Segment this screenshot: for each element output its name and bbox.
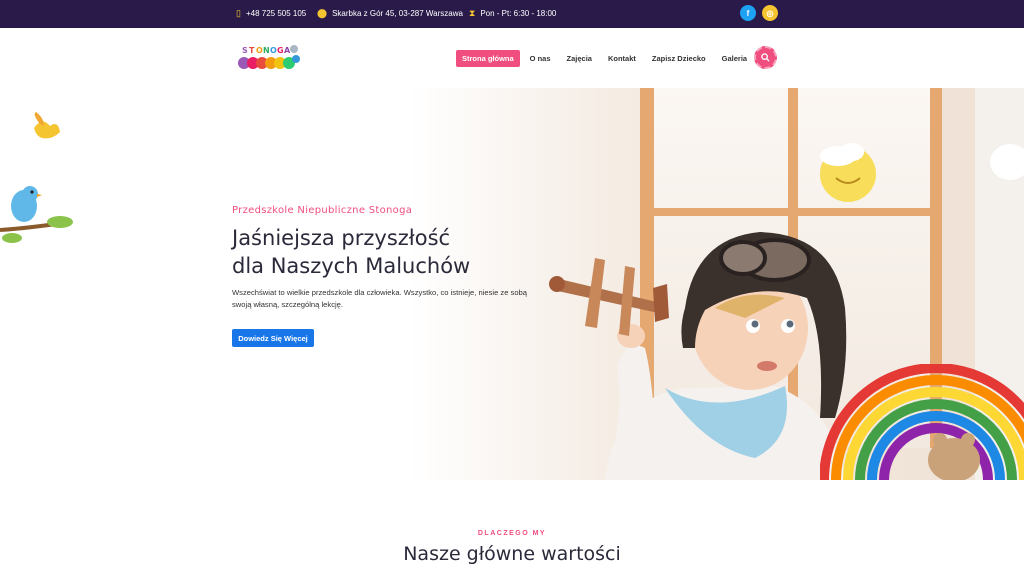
nav-item-gallery[interactable]: Galeria <box>716 50 753 67</box>
phone-icon: ▯ <box>236 8 241 18</box>
section-eyebrow: DLACZEGO MY <box>477 530 547 537</box>
address-info: ⬤ Skarbka z Gór 45, 03-287 Warszawa <box>317 8 463 19</box>
svg-text:O: O <box>256 46 263 55</box>
svg-text:S: S <box>242 46 248 55</box>
facebook-icon[interactable]: f <box>740 5 756 21</box>
learn-more-button[interactable]: Dowiedz Się Więcej <box>232 329 314 347</box>
nav-item-about[interactable]: O nas <box>524 50 557 67</box>
hero-title-line-1: Jaśniejsza przyszłość <box>232 226 451 250</box>
svg-text:N: N <box>263 46 270 55</box>
main-nav: Strona główna O nas Zajęcia Kontakt Zapi… <box>456 50 757 67</box>
instagram-icon[interactable]: ◎ <box>762 5 778 21</box>
svg-text:O: O <box>270 46 277 55</box>
cloud-icon <box>990 144 1024 180</box>
hours-text: Pon - Pt: 6:30 - 18:00 <box>480 9 557 18</box>
site-logo[interactable]: S T O N O G A <box>236 42 302 72</box>
hero-description: Wszechświat to wielkie przedszkole dla c… <box>232 288 528 309</box>
hero-section: Przedszkole Niepubliczne Stonoga Jaśniej… <box>0 88 1024 480</box>
search-icon <box>761 53 770 62</box>
nav-item-classes[interactable]: Zajęcia <box>561 50 598 67</box>
top-info-bar: ▯ +48 725 505 105 ⬤ Skarbka z Gór 45, 03… <box>0 0 1024 28</box>
hero-title: Jaśniejsza przyszłość dla Naszych Maluch… <box>232 224 572 280</box>
hero-subtitle: Przedszkole Niepubliczne Stonoga <box>232 205 413 216</box>
rainbow-icon <box>820 364 1024 480</box>
search-button[interactable] <box>754 46 777 69</box>
nav-item-enroll[interactable]: Zapisz Dziecko <box>646 50 712 67</box>
nav-item-contact[interactable]: Kontakt <box>602 50 642 67</box>
map-pin-icon: ⬤ <box>317 8 328 18</box>
svg-text:A: A <box>284 46 291 55</box>
hours-info: ⧗ Pon - Pt: 6:30 - 18:00 <box>469 8 557 19</box>
section-title: Nasze główne wartości <box>403 543 621 565</box>
nav-item-home[interactable]: Strona główna <box>456 50 520 67</box>
blue-bird-branch-icon <box>0 186 73 243</box>
sun-cloud-icon <box>820 143 876 202</box>
hero-title-line-2: dla Naszych Maluchów <box>232 254 471 278</box>
address-text: Skarbka z Gór 45, 03-287 Warszawa <box>332 9 463 18</box>
main-header: S T O N O G A Strona główna O nas Zajęci… <box>0 28 1024 88</box>
svg-text:T: T <box>249 46 255 55</box>
phone-text: +48 725 505 105 <box>245 9 307 18</box>
yellow-bird-icon <box>34 112 60 139</box>
phone-info[interactable]: ▯ +48 725 505 105 <box>236 8 307 19</box>
hourglass-icon: ⧗ <box>469 8 476 18</box>
svg-text:G: G <box>277 46 284 55</box>
